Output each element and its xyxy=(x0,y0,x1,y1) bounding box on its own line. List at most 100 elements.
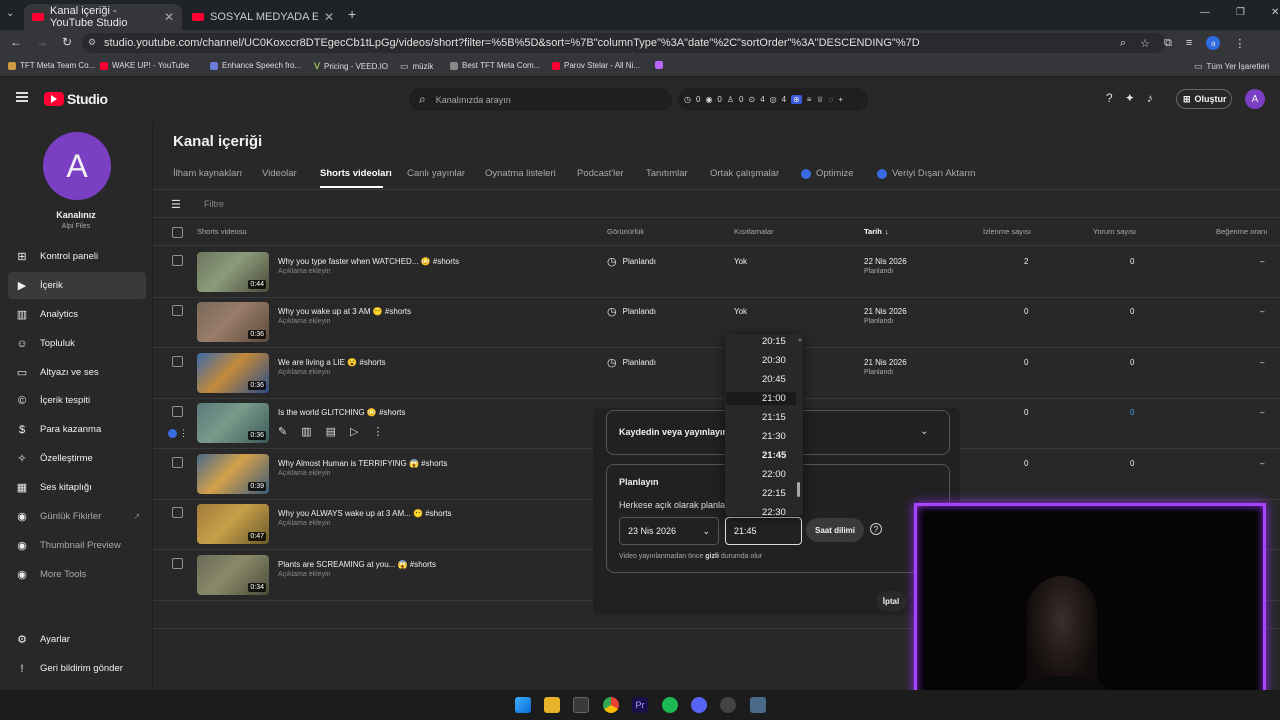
options-icon[interactable]: ⋮ xyxy=(373,425,384,438)
time-input[interactable]: 21:45 xyxy=(725,517,802,545)
search-input[interactable]: Kanalınızda arayın xyxy=(436,95,511,105)
bookmark-star-icon[interactable]: ☆ xyxy=(1140,37,1150,50)
notifications-icon[interactable]: ♪ xyxy=(1147,91,1153,105)
video-title[interactable]: Why you wake up at 3 AM 😶 #shorts xyxy=(278,307,411,316)
row-checkbox[interactable] xyxy=(172,507,183,518)
reload-icon[interactable]: ↻ xyxy=(62,35,72,49)
sidebar-item-more-tools[interactable]: ◉ More Tools xyxy=(8,561,146,588)
bookmark-item[interactable]: Enhance Speech fro... xyxy=(210,61,301,70)
video-title[interactable]: Plants are SCREAMING at you... 😱 #shorts xyxy=(278,560,436,569)
sparkle-icon[interactable]: + xyxy=(838,95,843,104)
video-thumbnail[interactable]: 0:34 xyxy=(197,555,269,595)
discord-icon[interactable] xyxy=(691,697,707,713)
cancel-button[interactable]: İptal xyxy=(876,591,906,611)
comments-icon[interactable]: ▤ xyxy=(326,425,336,438)
app-icon[interactable] xyxy=(720,697,736,713)
time-option[interactable]: 20:30 xyxy=(762,355,786,366)
channel-avatar[interactable]: A xyxy=(43,132,111,200)
video-title[interactable]: We are living a LIE 😮 #shorts xyxy=(278,358,386,367)
bookmark-item[interactable]: WAKE UP! - YouTube xyxy=(100,61,189,70)
time-option[interactable]: 21:15 xyxy=(762,412,786,423)
video-description[interactable]: Açıklama ekleyin xyxy=(278,318,331,325)
minimize-icon[interactable]: — xyxy=(1200,7,1210,18)
sidebar-item-altyaz-ve-ses[interactable]: ▭ Altyazı ve ses xyxy=(8,359,146,386)
video-description[interactable]: Açıklama ekleyin xyxy=(278,470,331,477)
sidebar-item-para-kazanma[interactable]: $ Para kazanma xyxy=(8,416,146,443)
column-header-visibility[interactable]: Görünürlük xyxy=(607,227,644,236)
trophy-icon[interactable]: ♕ xyxy=(816,95,823,104)
video-description[interactable]: Açıklama ekleyin xyxy=(278,369,331,376)
sidebar-item-settings[interactable]: ⚙ Ayarlar xyxy=(8,626,146,653)
analytics-icon[interactable]: ▥ xyxy=(301,425,311,438)
url-field[interactable]: ⚙ studio.youtube.com/channel/UC0Koxccr8D… xyxy=(82,33,1166,53)
youtube-view-icon[interactable]: ▷ xyxy=(350,425,358,438)
hamburger-menu-icon[interactable] xyxy=(16,92,28,102)
select-all-checkbox[interactable] xyxy=(172,227,183,238)
chevron-down-icon[interactable]: ⌄ xyxy=(920,426,928,437)
row-checkbox[interactable] xyxy=(172,558,183,569)
filter-input[interactable]: Filtre xyxy=(204,199,224,209)
tab-export[interactable]: Veriyi Dışarı Aktarın xyxy=(877,168,975,179)
more-icon[interactable]: ⋮ xyxy=(179,428,188,439)
row-checkbox[interactable] xyxy=(172,457,183,468)
video-thumbnail[interactable]: 0:47 xyxy=(197,504,269,544)
extension-stats-bar[interactable]: ◷ 0 ◉ 0 ♙ 0 ⊙ 4 ◎ 4 ⊕ ≡ ♕ ◌ + xyxy=(678,88,868,111)
tab-videos[interactable]: Videolar xyxy=(262,168,297,179)
sidebar-item-thumbnail-preview[interactable]: ◉ Thumbnail Preview xyxy=(8,532,146,559)
bookmark-item[interactable]: V Pricing - VEED.IO xyxy=(314,61,388,71)
help-icon[interactable]: ? xyxy=(1106,91,1113,105)
sidebar-item-ses-kitapl-[interactable]: ▦ Ses kitaplığı xyxy=(8,474,146,501)
new-tab-icon[interactable]: + xyxy=(348,6,356,22)
tab-podcasts[interactable]: Podcast'ler xyxy=(577,168,624,179)
maximize-icon[interactable]: ❐ xyxy=(1236,7,1245,18)
comments-cell[interactable]: 0 xyxy=(1130,408,1134,417)
video-thumbnail[interactable]: 0:36 xyxy=(197,353,269,393)
video-description[interactable]: Açıklama ekleyin xyxy=(278,520,331,527)
forward-icon[interactable]: → xyxy=(36,35,48,49)
tab-playlists[interactable]: Oynatma listeleri xyxy=(485,168,556,179)
site-info-icon[interactable]: ⚙ xyxy=(88,37,96,48)
video-title[interactable]: Is the world GLITCHING 😳 #shorts xyxy=(278,408,405,417)
sidebar-item--zelle-tirme[interactable]: ✧ Özelleştirme xyxy=(8,445,146,472)
list-icon[interactable]: ≡ xyxy=(807,95,812,104)
row-checkbox[interactable] xyxy=(172,305,183,316)
tab-list-icon[interactable]: ⌄ xyxy=(6,8,14,19)
menu-icon[interactable]: ⋮ xyxy=(1234,37,1245,50)
bookmark-item[interactable]: Best TFT Meta Com... xyxy=(450,61,540,70)
time-option[interactable]: 21:45 xyxy=(762,450,786,461)
app-icon[interactable] xyxy=(750,697,766,713)
column-header-date[interactable]: Tarih ↓ xyxy=(864,227,889,236)
time-option[interactable]: 22:15 xyxy=(762,488,786,499)
search-bar[interactable]: ⌕ Kanalınızda arayın xyxy=(409,88,672,111)
sidebar-item-kontrol-paneli[interactable]: ⊞ Kontrol paneli xyxy=(8,243,146,270)
scroll-up-icon[interactable]: ▲ xyxy=(797,337,803,343)
chrome-icon[interactable] xyxy=(603,697,619,713)
studio-logo[interactable]: Studio xyxy=(44,91,108,107)
extension-icon[interactable] xyxy=(168,428,177,438)
tab-promotions[interactable]: Tanıtımlar xyxy=(646,168,688,179)
create-button[interactable]: ⊞ Oluştur xyxy=(1176,89,1232,109)
video-title[interactable]: Why Almost Human is TERRIFYING 😱 #shorts xyxy=(278,459,447,468)
tab-shorts[interactable]: Shorts videoları xyxy=(320,168,392,179)
chat-icon[interactable]: ◌ xyxy=(829,95,834,104)
profile-icon[interactable]: a xyxy=(1206,36,1221,50)
close-window-icon[interactable]: ✕ xyxy=(1271,7,1279,18)
visibility-cell[interactable]: ◷ Planlandı xyxy=(607,255,656,268)
column-header-views[interactable]: İzlenme sayısı xyxy=(983,227,1031,236)
ai-sparkle-icon[interactable]: ✦ xyxy=(1125,91,1135,105)
windows-start-icon[interactable] xyxy=(515,697,531,713)
video-thumbnail[interactable]: 0:39 xyxy=(197,454,269,494)
tab-video[interactable]: SOSYAL MEDYADA ERKEK OLM... ✕ xyxy=(184,4,342,30)
sidebar-item-feedback[interactable]: ! Geri bildirim gönder xyxy=(8,655,146,682)
media-icon[interactable]: ≡ xyxy=(1186,37,1192,49)
bookmark-item[interactable] xyxy=(655,61,663,69)
store-icon[interactable] xyxy=(573,697,589,713)
tab-optimize[interactable]: Optimize xyxy=(801,168,853,179)
extensions-icon[interactable]: ⧉ xyxy=(1164,37,1172,50)
scrollbar-thumb[interactable] xyxy=(797,482,800,497)
time-option[interactable]: 21:00 xyxy=(762,393,786,404)
spotify-icon[interactable] xyxy=(662,697,678,713)
premiere-icon[interactable]: Pr xyxy=(632,697,648,713)
sidebar-item-topluluk[interactable]: ☺ Topluluk xyxy=(8,330,146,357)
video-thumbnail[interactable]: 0:36 xyxy=(197,302,269,342)
